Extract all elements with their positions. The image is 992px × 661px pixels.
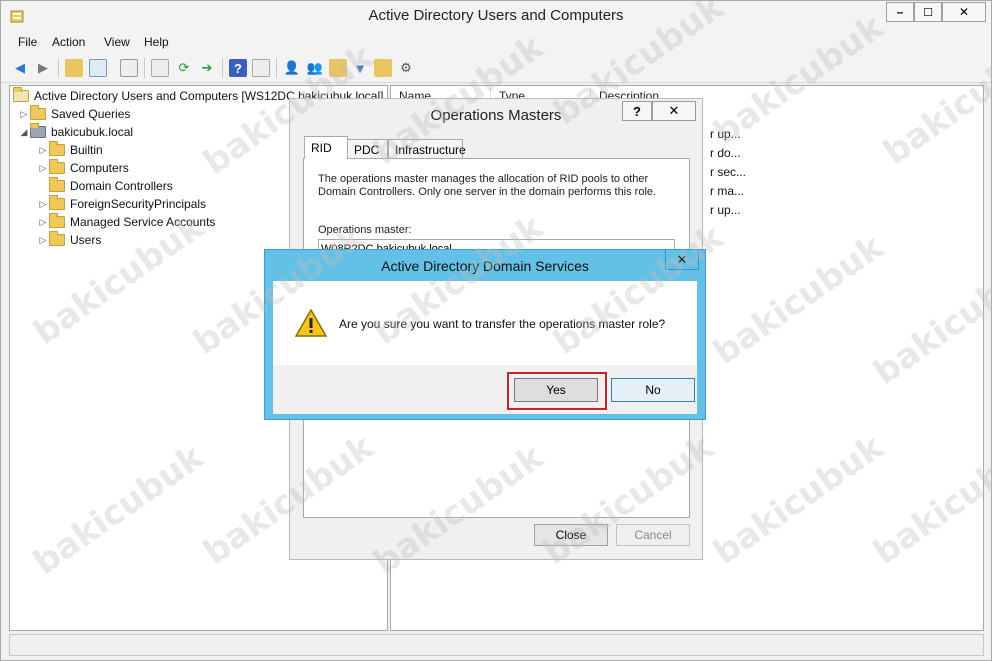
help-button[interactable]: ? <box>622 101 652 121</box>
yes-button[interactable]: Yes <box>514 378 598 402</box>
status-bar <box>9 634 984 656</box>
list-item-description: r up... <box>710 203 741 217</box>
cancel-button[interactable]: Cancel <box>616 524 690 546</box>
folder-icon <box>49 141 65 156</box>
domain-icon <box>30 123 46 138</box>
tree-item-builtin[interactable]: ▷ Builtin <box>37 141 103 159</box>
toolbar: ◀ ▶ ⟳ ➔ ? 👤 👥 ▼ ⚙ <box>1 53 991 83</box>
maximize-button[interactable]: ☐ <box>914 2 942 22</box>
close-button[interactable]: ✕ <box>942 2 986 22</box>
minimize-icon: – <box>896 5 904 19</box>
folder-icon <box>49 213 65 228</box>
operations-master-label: Operations master: <box>318 224 412 236</box>
new-user-icon[interactable]: 👤 <box>283 59 301 77</box>
tree-item-managed-service-accounts[interactable]: ▷ Managed Service Accounts <box>37 213 215 231</box>
confirm-close-button[interactable]: ✕ <box>665 250 699 270</box>
new-ou-icon[interactable] <box>329 59 347 77</box>
tree-item-saved-queries[interactable]: ▷ Saved Queries <box>18 105 130 123</box>
tree-item-users[interactable]: ▷ Users <box>37 231 101 249</box>
list-item-description: r do... <box>710 146 741 160</box>
folder-icon <box>49 231 65 246</box>
toolbar-separator <box>222 58 223 78</box>
folder-icon <box>49 177 65 192</box>
show-console-tree-icon[interactable] <box>89 59 107 77</box>
folder-icon <box>49 195 65 210</box>
close-icon: ✕ <box>958 5 970 19</box>
close-icon: ✕ <box>668 103 680 118</box>
list-item-description: r sec... <box>710 165 747 179</box>
confirm-dialog: Active Directory Domain Services ✕ Are y… <box>264 249 706 420</box>
tree-item-domain-controllers[interactable]: Domain Controllers <box>37 177 173 195</box>
tree-item-foreign-security-principals[interactable]: ▷ ForeignSecurityPrincipals <box>37 195 206 213</box>
view-icon[interactable] <box>252 59 270 77</box>
menu-bar: File Action View Help <box>1 31 991 53</box>
help-icon: ? <box>633 103 641 119</box>
window-title: Active Directory Users and Computers <box>368 7 624 24</box>
title-bar: Active Directory Users and Computers – ☐… <box>1 1 991 31</box>
minimize-button[interactable]: – <box>886 2 914 22</box>
help-icon[interactable]: ? <box>229 59 247 77</box>
expand-arrow-icon[interactable]: ▷ <box>37 163 49 174</box>
collapse-arrow-icon[interactable]: ◢ <box>18 127 30 138</box>
toolbar-separator <box>144 58 145 78</box>
close-icon: ✕ <box>676 251 688 267</box>
properties-icon[interactable] <box>151 59 169 77</box>
console-root-icon <box>13 87 29 102</box>
role-description: The operations master manages the alloca… <box>318 173 657 198</box>
tree-item-label: ForeignSecurityPrincipals <box>70 197 207 211</box>
tab-rid[interactable]: RID <box>304 136 348 159</box>
close-button[interactable]: ✕ <box>652 101 696 121</box>
toolbar-separator <box>276 58 277 78</box>
list-item-description: r up... <box>710 127 741 141</box>
expand-arrow-icon[interactable]: ▷ <box>37 235 49 246</box>
expand-arrow-icon[interactable]: ▷ <box>37 199 49 210</box>
tree-item-label: bakicubuk.local <box>51 125 134 139</box>
confirm-dialog-footer: Yes No <box>273 365 697 414</box>
delegate-control-icon[interactable]: ⚙ <box>397 59 415 77</box>
menu-help[interactable]: Help <box>144 35 169 49</box>
add-to-group-icon[interactable] <box>374 59 392 77</box>
new-group-icon[interactable]: 👥 <box>306 59 324 77</box>
menu-file[interactable]: File <box>18 35 37 49</box>
confirm-message: Are you sure you want to transfer the op… <box>339 317 666 331</box>
tree-item-label: Builtin <box>70 143 103 157</box>
back-icon[interactable]: ◀ <box>11 59 29 77</box>
confirm-dialog-title: Active Directory Domain Services <box>381 258 589 274</box>
tree-item-computers[interactable]: ▷ Computers <box>37 159 129 177</box>
up-folder-icon[interactable] <box>65 59 83 77</box>
list-item-description: r ma... <box>710 184 745 198</box>
filter-icon[interactable]: ▼ <box>351 59 369 77</box>
forward-icon[interactable]: ▶ <box>34 59 52 77</box>
tree-item-domain[interactable]: ◢ bakicubuk.local <box>18 123 133 141</box>
folder-icon <box>49 159 65 174</box>
tree-item-label: Domain Controllers <box>70 179 173 193</box>
expand-arrow-icon[interactable]: ▷ <box>37 145 49 156</box>
tree-item-label: Computers <box>70 161 129 175</box>
tree-item-label: Saved Queries <box>51 107 131 121</box>
expand-arrow-icon[interactable]: ▷ <box>18 109 30 120</box>
tree-item-label: Users <box>70 233 102 247</box>
clipboard-icon[interactable] <box>120 59 138 77</box>
toolbar-separator <box>58 58 59 78</box>
folder-icon <box>30 105 46 120</box>
menu-action[interactable]: Action <box>52 35 85 49</box>
export-list-icon[interactable]: ➔ <box>198 59 216 77</box>
no-button[interactable]: No <box>611 378 695 402</box>
expand-arrow-icon[interactable]: ▷ <box>37 217 49 228</box>
tab-infrastructure[interactable]: Infrastructure <box>388 139 466 159</box>
tab-pdc[interactable]: PDC <box>347 139 388 159</box>
confirm-dialog-body: Are you sure you want to transfer the op… <box>273 281 697 414</box>
menu-view[interactable]: View <box>104 35 130 49</box>
refresh-icon[interactable]: ⟳ <box>175 59 193 77</box>
close-dialog-button[interactable]: Close <box>534 524 608 546</box>
warning-icon <box>295 309 327 337</box>
tree-item-label: Managed Service Accounts <box>70 215 216 229</box>
maximize-icon: ☐ <box>923 6 933 19</box>
